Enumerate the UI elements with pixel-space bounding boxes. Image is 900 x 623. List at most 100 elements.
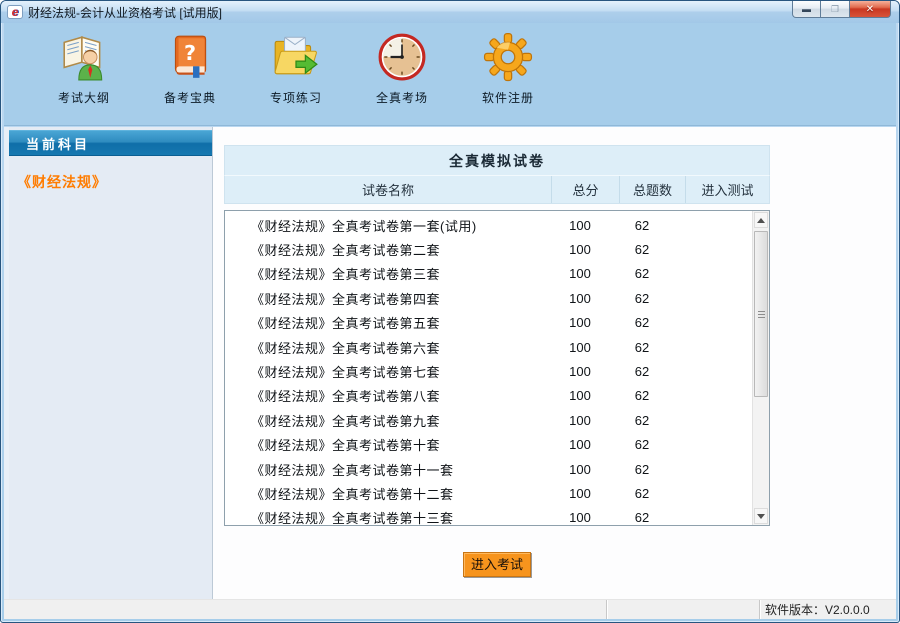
close-button[interactable]: ✕ — [850, 1, 891, 18]
column-header-enter: 进入测试 — [685, 176, 769, 203]
paper-score: 100 — [555, 242, 605, 257]
paper-row[interactable]: 《财经法规》全真考试卷第十二套 100 62 — [225, 481, 752, 505]
toolbar: 考试大纲 ? 备考宝典 — [4, 23, 896, 126]
paper-row[interactable]: 《财经法规》全真考试卷第九套 100 62 — [225, 408, 752, 432]
window-title: 财经法规-会计从业资格考试 [试用版] — [28, 4, 222, 21]
paper-questions: 62 — [605, 413, 679, 428]
paper-score: 100 — [555, 388, 605, 403]
app-logo-icon: e — [7, 5, 23, 19]
gear-icon — [482, 31, 534, 83]
toolbar-item-register[interactable]: 软件注册 — [472, 31, 544, 125]
paper-panel: 全真模拟试卷 试卷名称 总分 总题数 进入测试 《财经法规》全真考试卷第一套(试… — [224, 145, 770, 526]
window-controls: ▬ ❐ ✕ — [792, 1, 891, 18]
paper-row[interactable]: 《财经法规》全真考试卷第五套 100 62 — [225, 311, 752, 335]
paper-name: 《财经法规》全真考试卷第八套 — [225, 386, 555, 405]
thumb-grip-icon — [758, 317, 765, 318]
paper-score: 100 — [555, 510, 605, 525]
paper-score: 100 — [555, 462, 605, 477]
maximize-button[interactable]: ❐ — [821, 1, 850, 18]
paper-name: 《财经法规》全真考试卷第九套 — [225, 411, 555, 430]
enter-exam-button-area: 进入考试 — [224, 552, 770, 577]
paper-name: 《财经法规》全真考试卷第十二套 — [225, 484, 555, 503]
scroll-down-button[interactable] — [754, 508, 768, 524]
toolbar-item-exam-outline[interactable]: 考试大纲 — [48, 31, 120, 125]
paper-name: 《财经法规》全真考试卷第四套 — [225, 289, 555, 308]
question-book-icon: ? — [164, 31, 216, 83]
toolbar-label: 考试大纲 — [58, 89, 110, 106]
paper-row[interactable]: 《财经法规》全真考试卷第六套 100 62 — [225, 335, 752, 359]
paper-score: 100 — [555, 364, 605, 379]
paper-row[interactable]: 《财经法规》全真考试卷第八套 100 62 — [225, 384, 752, 408]
app-window: e 财经法规-会计从业资格考试 [试用版] ▬ ❐ ✕ — [0, 0, 900, 623]
paper-questions: 62 — [605, 242, 679, 257]
paper-questions: 62 — [605, 266, 679, 281]
arrow-down-icon — [757, 514, 765, 519]
scrollbar-thumb[interactable] — [754, 231, 768, 397]
paper-row[interactable]: 《财经法规》全真考试卷第二套 100 62 — [225, 237, 752, 261]
paper-score: 100 — [555, 291, 605, 306]
paper-name: 《财经法规》全真考试卷第三套 — [225, 264, 555, 283]
column-header-questions: 总题数 — [619, 176, 685, 203]
thumb-grip-icon — [758, 311, 765, 312]
paper-questions: 62 — [605, 437, 679, 452]
status-panel-empty — [4, 600, 606, 619]
paper-row[interactable]: 《财经法规》全真考试卷第四套 100 62 — [225, 286, 752, 310]
clock-icon — [376, 31, 428, 83]
paper-questions: 62 — [605, 486, 679, 501]
paper-row[interactable]: 《财经法规》全真考试卷第七套 100 62 — [225, 359, 752, 383]
thumb-grip-icon — [758, 314, 765, 315]
window-body: 当前科目 《财经法规》 全真模拟试卷 试卷名称 总分 总题数 进入测试 《财经法… — [4, 127, 896, 599]
toolbar-item-practice[interactable]: 专项练习 — [260, 31, 332, 125]
paper-name: 《财经法规》全真考试卷第二套 — [225, 240, 555, 259]
column-header-score: 总分 — [551, 176, 619, 203]
svg-text:?: ? — [184, 41, 196, 65]
paper-list: 《财经法规》全真考试卷第一套(试用) 100 62 《财经法规》全真考试卷第二套… — [225, 213, 752, 525]
toolbar-item-exam-room[interactable]: 全真考场 — [366, 31, 438, 125]
paper-name: 《财经法规》全真考试卷第十三套 — [225, 508, 555, 525]
paper-row[interactable]: 《财经法规》全真考试卷第十套 100 62 — [225, 433, 752, 457]
scroll-up-button[interactable] — [754, 212, 768, 228]
paper-row[interactable]: 《财经法规》全真考试卷第一套(试用) 100 62 — [225, 213, 752, 237]
paper-row[interactable]: 《财经法规》全真考试卷第十一套 100 62 — [225, 457, 752, 481]
paper-row[interactable]: 《财经法规》全真考试卷第十三套 100 62 — [225, 506, 752, 525]
paper-score: 100 — [555, 413, 605, 428]
paper-score: 100 — [555, 340, 605, 355]
paper-score: 100 — [555, 437, 605, 452]
folder-arrow-icon — [270, 31, 322, 83]
toolbar-label: 软件注册 — [482, 89, 534, 106]
toolbar-item-prep-guide[interactable]: ? 备考宝典 — [154, 31, 226, 125]
sidebar-item-subject[interactable]: 《财经法规》 — [9, 156, 212, 192]
paper-score: 100 — [555, 315, 605, 330]
main-content: 全真模拟试卷 试卷名称 总分 总题数 进入测试 《财经法规》全真考试卷第一套(试… — [213, 127, 896, 599]
paper-score: 100 — [555, 218, 605, 233]
vertical-scrollbar[interactable] — [752, 211, 769, 525]
paper-questions: 62 — [605, 315, 679, 330]
enter-exam-button[interactable]: 进入考试 — [463, 552, 531, 577]
paper-name: 《财经法规》全真考试卷第五套 — [225, 313, 555, 332]
minimize-button[interactable]: ▬ — [792, 1, 821, 18]
software-version-label: 软件版本：V2.0.0.0 — [760, 600, 896, 619]
status-panel-empty — [607, 600, 759, 619]
arrow-up-icon — [757, 218, 765, 223]
paper-row[interactable]: 《财经法规》全真考试卷第三套 100 62 — [225, 262, 752, 286]
status-bar: 软件版本：V2.0.0.0 — [4, 599, 896, 619]
paper-name: 《财经法规》全真考试卷第十套 — [225, 435, 555, 454]
paper-score: 100 — [555, 266, 605, 281]
toolbar-label: 全真考场 — [376, 89, 428, 106]
table-header: 试卷名称 总分 总题数 进入测试 — [224, 175, 770, 204]
paper-name: 《财经法规》全真考试卷第一套(试用) — [225, 216, 555, 235]
paper-questions: 62 — [605, 462, 679, 477]
paper-questions: 62 — [605, 388, 679, 403]
paper-questions: 62 — [605, 340, 679, 355]
paper-name: 《财经法规》全真考试卷第十一套 — [225, 460, 555, 479]
person-book-icon — [58, 31, 110, 83]
paper-questions: 62 — [605, 364, 679, 379]
sidebar: 当前科目 《财经法规》 — [9, 127, 213, 599]
paper-questions: 62 — [605, 218, 679, 233]
paper-name: 《财经法规》全真考试卷第七套 — [225, 362, 555, 381]
panel-title: 全真模拟试卷 — [224, 145, 770, 175]
sidebar-header-current-subject: 当前科目 — [9, 130, 212, 156]
paper-score: 100 — [555, 486, 605, 501]
title-bar[interactable]: e 财经法规-会计从业资格考试 [试用版] ▬ ❐ ✕ — [1, 1, 899, 23]
paper-questions: 62 — [605, 291, 679, 306]
